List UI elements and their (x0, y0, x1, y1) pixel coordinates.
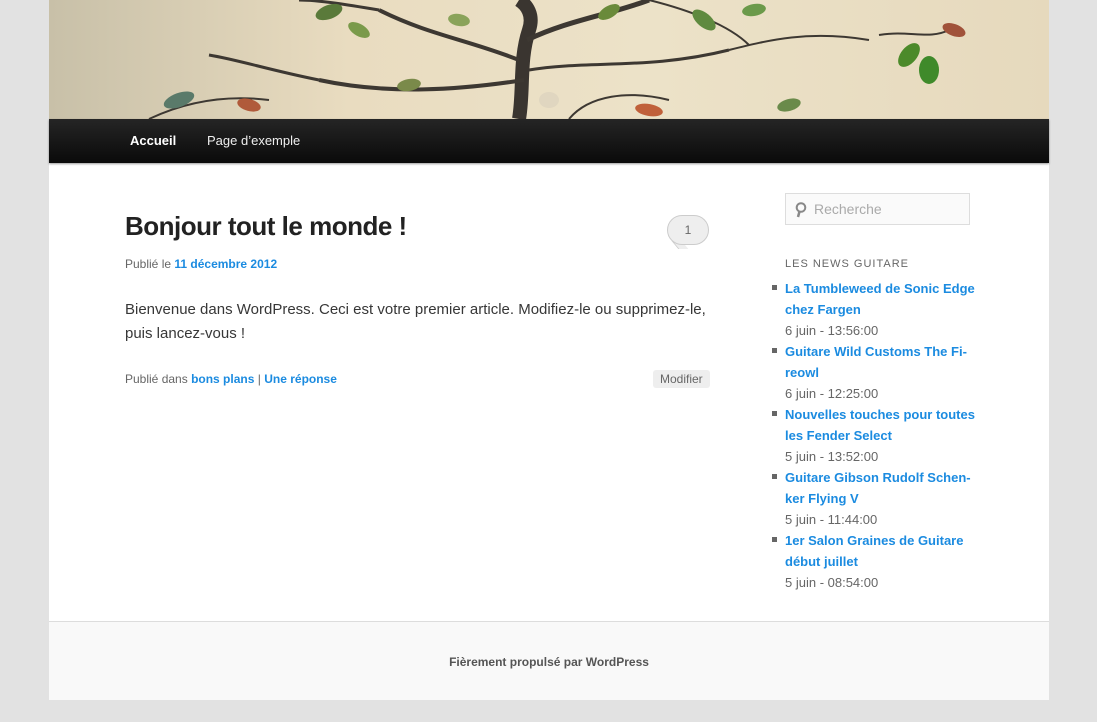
news-date: 6 juin - 12:25:00 (785, 386, 879, 401)
bullet-icon (772, 474, 777, 479)
post-content: Bienvenue dans WordPress. Ceci est votre… (125, 301, 706, 342)
news-link[interactable]: Nouvelles touches pour toutes les Fender… (785, 404, 975, 446)
comments-link[interactable]: 1 (667, 215, 709, 249)
header-image[interactable] (49, 0, 1049, 119)
category-link[interactable]: bons plans (191, 372, 254, 386)
list-item: 1er Salon Graines de Guitare début juill… (772, 530, 975, 593)
meta-prefix: Publié le (125, 257, 172, 271)
post-meta: Publié le 11 décembre 2012 (125, 257, 277, 271)
bullet-icon (772, 411, 777, 416)
post-title[interactable]: Bonjour tout le monde ! (125, 211, 407, 242)
search-form (785, 193, 970, 225)
news-date: 5 juin - 11:44:00 (785, 512, 878, 527)
bullet-icon (772, 285, 777, 290)
footer-separator: | (257, 372, 261, 386)
news-link[interactable]: 1er Salon Graines de Guitare début juill… (785, 530, 975, 572)
news-date: 5 juin - 13:52:00 (785, 449, 879, 464)
list-item: Guitare Gibson Rudolf Schen-ker Flying V… (772, 467, 975, 530)
footer-credit-link[interactable]: Fièrement propulsé par WordPress (49, 655, 1049, 669)
news-list: La Tumbleweed de Sonic Edge chez Fargen … (772, 278, 975, 593)
list-item: Guitare Wild Customs The Fi-reowl 6 juin… (772, 341, 975, 404)
main-navigation: Accueil Page d’exemple (49, 119, 1049, 163)
search-icon (795, 202, 807, 218)
bullet-icon (772, 537, 777, 542)
news-link[interactable]: Guitare Gibson Rudolf Schen-ker Flying V (785, 467, 975, 509)
search-input[interactable] (814, 194, 964, 224)
nav-item-home[interactable]: Accueil (130, 119, 176, 163)
news-link[interactable]: La Tumbleweed de Sonic Edge chez Fargen (785, 278, 975, 320)
reply-link[interactable]: Une réponse (264, 372, 337, 386)
site-footer: Fièrement propulsé par WordPress (49, 621, 1049, 700)
news-link[interactable]: Guitare Wild Customs The Fi-reowl (785, 341, 975, 383)
footer-prefix: Publié dans (125, 372, 188, 386)
post-date-link[interactable]: 11 décembre 2012 (174, 257, 277, 271)
edit-button[interactable]: Modifier (653, 370, 710, 388)
list-item: La Tumbleweed de Sonic Edge chez Fargen … (772, 278, 975, 341)
page: Accueil Page d’exemple Bonjour tout le m… (49, 0, 1049, 700)
bullet-icon (772, 348, 777, 353)
widget-title: LES NEWS GUITARE (785, 258, 909, 270)
news-date: 6 juin - 13:56:00 (785, 323, 879, 338)
post-footer: Publié dans bons plans | Une réponse (125, 372, 337, 386)
nav-item-sample-page[interactable]: Page d’exemple (207, 119, 300, 163)
comment-count[interactable]: 1 (667, 215, 709, 245)
news-date: 5 juin - 08:54:00 (785, 575, 879, 590)
list-item: Nouvelles touches pour toutes les Fender… (772, 404, 975, 467)
